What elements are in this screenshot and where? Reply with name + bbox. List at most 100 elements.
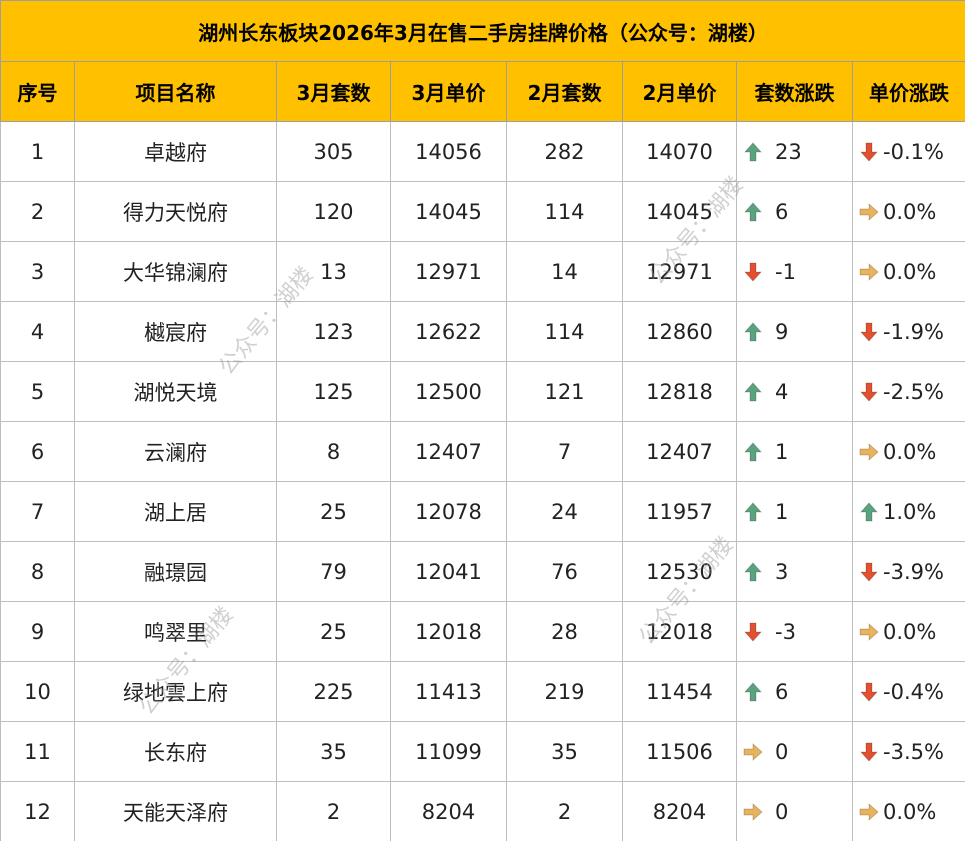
row-project-name: 湖悦天境 (74, 361, 277, 422)
table-row: 10 绿地雲上府 225 11413 219 11454 6 -0.4% (0, 661, 965, 722)
title-row: 湖州长东板块2026年3月在售二手房挂牌价格（公众号：湖楼） (0, 0, 965, 62)
row-no: 8 (0, 541, 75, 602)
arrow-down-icon (859, 681, 879, 703)
row-feb-price: 12818 (622, 361, 737, 422)
row-price-change: -3.5% (851, 721, 965, 782)
col-header-mar-count: 3月套数 (276, 61, 391, 122)
row-mar-count: 25 (276, 481, 391, 542)
arrow-down-icon (859, 321, 879, 343)
arrow-right-icon (859, 201, 879, 223)
arrow-up-icon (743, 501, 763, 523)
row-count-change-value: 0 (775, 740, 789, 764)
arrow-down-icon (859, 381, 879, 403)
row-count-change: -1 (736, 241, 853, 302)
row-price-change: -3.9% (851, 541, 965, 602)
col-header-name: 项目名称 (74, 61, 277, 122)
arrow-up-icon (743, 561, 763, 583)
row-mar-price: 14045 (390, 181, 507, 242)
row-mar-count: 13 (276, 241, 391, 302)
row-mar-count: 35 (276, 721, 391, 782)
row-price-change-value: -0.4% (883, 680, 944, 704)
row-count-change-value: 23 (775, 140, 802, 164)
table-row: 3 大华锦澜府 13 12971 14 12971 -1 0.0% (0, 241, 965, 302)
arrow-up-icon (743, 321, 763, 343)
row-price-change: 0.0% (851, 601, 965, 662)
row-mar-price: 14056 (390, 121, 507, 182)
row-feb-count: 2 (506, 781, 623, 841)
col-header-mar-price: 3月单价 (390, 61, 507, 122)
row-feb-count: 282 (506, 121, 623, 182)
row-mar-count: 305 (276, 121, 391, 182)
row-count-change-value: 9 (775, 320, 789, 344)
row-price-change-value: -3.9% (883, 560, 944, 584)
row-feb-price: 12530 (622, 541, 737, 602)
row-feb-price: 8204 (622, 781, 737, 841)
row-feb-price: 14045 (622, 181, 737, 242)
row-count-change: 6 (736, 661, 853, 722)
row-project-name: 湖上居 (74, 481, 277, 542)
row-count-change: 1 (736, 421, 853, 482)
arrow-down-icon (743, 261, 763, 283)
arrow-up-icon (743, 681, 763, 703)
row-feb-price: 12407 (622, 421, 737, 482)
row-no: 12 (0, 781, 75, 841)
row-price-change-value: 0.0% (883, 800, 937, 824)
row-price-change: -0.4% (851, 661, 965, 722)
row-feb-count: 35 (506, 721, 623, 782)
arrow-up-icon (743, 381, 763, 403)
row-feb-count: 7 (506, 421, 623, 482)
row-count-change: 9 (736, 301, 853, 362)
row-count-change-value: 6 (775, 200, 789, 224)
row-mar-count: 25 (276, 601, 391, 662)
row-project-name: 樾宸府 (74, 301, 277, 362)
row-feb-count: 24 (506, 481, 623, 542)
col-header-count-change: 套数涨跌 (736, 61, 853, 122)
row-no: 5 (0, 361, 75, 422)
table-row: 7 湖上居 25 12078 24 11957 1 1.0% (0, 481, 965, 542)
table-row: 9 鸣翠里 25 12018 28 12018 -3 0.0% (0, 601, 965, 662)
arrow-up-icon (743, 201, 763, 223)
row-count-change-value: 0 (775, 800, 789, 824)
table-row: 1 卓越府 305 14056 282 14070 23 -0.1% (0, 121, 965, 182)
row-mar-price: 12500 (390, 361, 507, 422)
row-feb-count: 219 (506, 661, 623, 722)
row-price-change: 0.0% (851, 241, 965, 302)
row-price-change-value: -1.9% (883, 320, 944, 344)
row-mar-price: 11413 (390, 661, 507, 722)
row-feb-count: 14 (506, 241, 623, 302)
listing-table: 湖州长东板块2026年3月在售二手房挂牌价格（公众号：湖楼） 序号 项目名称 3… (0, 0, 965, 841)
table-row: 6 云澜府 8 12407 7 12407 1 0.0% (0, 421, 965, 482)
arrow-up-icon (743, 141, 763, 163)
row-feb-price: 14070 (622, 121, 737, 182)
arrow-down-icon (859, 141, 879, 163)
row-price-change: -1.9% (851, 301, 965, 362)
row-mar-count: 2 (276, 781, 391, 841)
row-count-change: 4 (736, 361, 853, 422)
row-feb-count: 28 (506, 601, 623, 662)
row-feb-price: 11506 (622, 721, 737, 782)
row-project-name: 得力天悦府 (74, 181, 277, 242)
row-project-name: 融璟园 (74, 541, 277, 602)
row-project-name: 长东府 (74, 721, 277, 782)
row-price-change: -0.1% (851, 121, 965, 182)
col-header-feb-count: 2月套数 (506, 61, 623, 122)
row-no: 2 (0, 181, 75, 242)
arrow-right-icon (859, 441, 879, 463)
row-feb-count: 114 (506, 301, 623, 362)
arrow-down-icon (743, 621, 763, 643)
row-mar-count: 125 (276, 361, 391, 422)
arrow-right-icon (859, 261, 879, 283)
row-feb-price: 11454 (622, 661, 737, 722)
row-price-change-value: -3.5% (883, 740, 944, 764)
row-project-name: 绿地雲上府 (74, 661, 277, 722)
row-mar-price: 11099 (390, 721, 507, 782)
row-mar-price: 8204 (390, 781, 507, 841)
row-count-change-value: 3 (775, 560, 789, 584)
row-price-change-value: -0.1% (883, 140, 944, 164)
arrow-right-icon (743, 741, 763, 763)
row-mar-price: 12407 (390, 421, 507, 482)
row-mar-count: 225 (276, 661, 391, 722)
row-no: 11 (0, 721, 75, 782)
row-price-change-value: 0.0% (883, 620, 937, 644)
row-mar-price: 12971 (390, 241, 507, 302)
